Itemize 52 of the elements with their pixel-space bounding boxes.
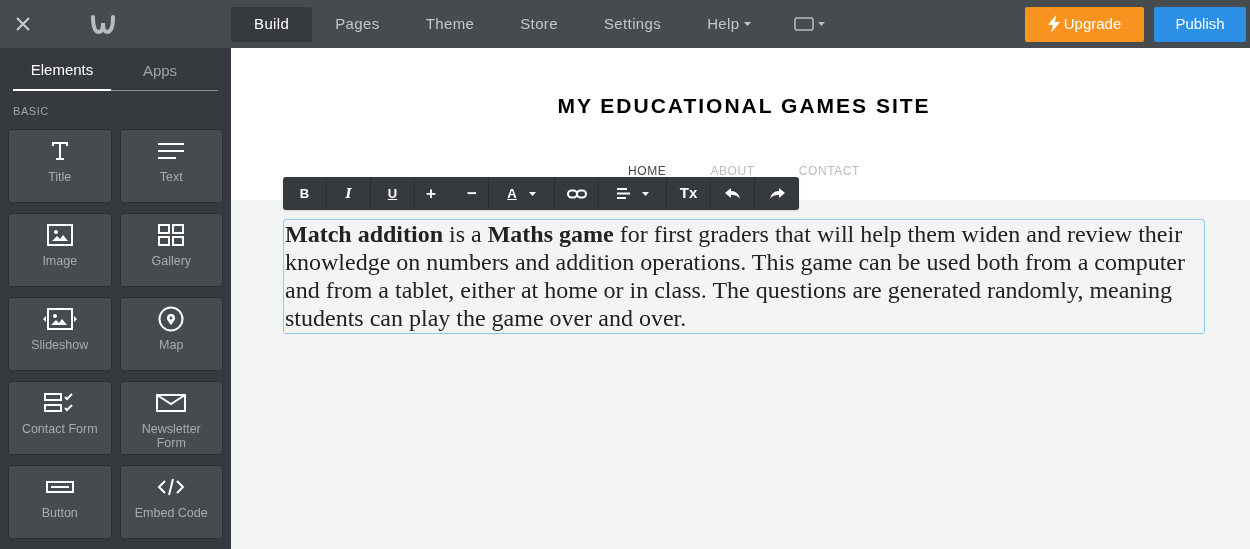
desktop-icon <box>793 17 814 31</box>
top-tab[interactable]: Build <box>231 6 313 42</box>
caret-icon <box>641 191 649 196</box>
lines-icon <box>157 142 186 160</box>
image-icon <box>46 224 73 246</box>
element-tile[interactable]: Slideshow <box>8 297 112 371</box>
italic-button[interactable]: I <box>327 177 371 210</box>
grid-icon <box>158 224 185 246</box>
clear-format-button[interactable]: Tx <box>667 177 711 210</box>
code-icon <box>157 478 186 496</box>
element-tile[interactable]: Newsletter Form <box>119 381 223 455</box>
publish-button[interactable]: Publish <box>1154 6 1246 42</box>
logo-icon[interactable] <box>90 14 116 34</box>
top-tab[interactable]: Theme <box>402 6 498 42</box>
element-tile[interactable]: Embed Code <box>119 465 223 539</box>
sidebar-tab[interactable]: Apps <box>111 59 209 90</box>
button-icon <box>45 481 74 493</box>
top-tab[interactable]: Store <box>497 6 581 42</box>
element-tile[interactable]: Map <box>119 297 223 371</box>
element-tile[interactable]: Title <box>8 129 112 203</box>
underline-button[interactable]: U <box>371 177 415 210</box>
caret-icon <box>817 22 825 26</box>
top-tab[interactable]: Settings <box>580 6 685 42</box>
element-tile[interactable]: Gallery <box>119 213 223 287</box>
link-icon <box>566 188 587 199</box>
location-pin-icon <box>158 306 185 332</box>
bold-button[interactable]: B <box>283 177 327 210</box>
site-title: MY EDUCATIONAL GAMES SITE <box>557 93 931 119</box>
top-tab[interactable]: Pages <box>312 6 403 42</box>
close-icon[interactable] <box>16 17 30 31</box>
lightning-icon <box>1047 15 1060 33</box>
paragraph-text[interactable]: Match addition is a Maths game for first graders that will help them widen and review their knowledge on numbers and addition operations. This game can be used both from a computer and from a tablet, either at home or in class. The questions are generated randomly, meaning students can play the game over and over. <box>283 219 1205 334</box>
caret-icon <box>743 22 751 26</box>
section-heading: BASIC <box>13 103 50 119</box>
element-tile[interactable]: Text <box>119 129 223 203</box>
caret-icon <box>528 191 536 196</box>
envelope-icon <box>156 394 187 412</box>
decrease-size-button[interactable]: − <box>457 180 487 207</box>
form-checklist-icon <box>43 393 76 413</box>
element-tile[interactable]: Button <box>8 465 112 539</box>
top-tab[interactable]: Help <box>684 6 774 42</box>
nav-link[interactable]: HOME <box>627 164 667 177</box>
redo-icon <box>769 188 785 199</box>
device-preview-button[interactable] <box>793 17 825 31</box>
text-icon <box>49 141 70 161</box>
element-tile[interactable]: Contact Form <box>8 381 112 455</box>
undo-icon <box>725 188 740 199</box>
element-tile[interactable]: Image <box>8 213 112 287</box>
align-left-icon <box>616 188 630 199</box>
sidebar-tab[interactable]: Elements <box>13 59 111 91</box>
text-color-button[interactable]: A <box>489 177 555 210</box>
increase-size-button[interactable]: + <box>416 180 446 207</box>
